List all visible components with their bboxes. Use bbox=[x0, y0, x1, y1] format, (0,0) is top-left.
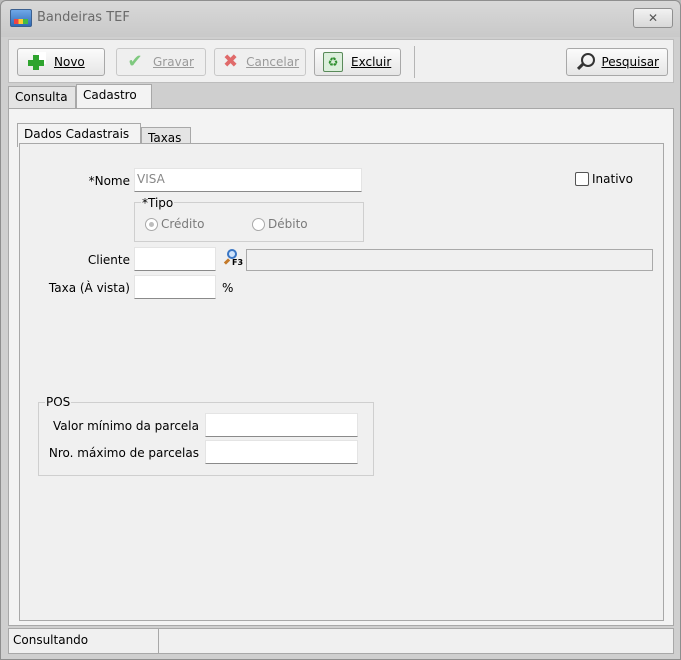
nome-label: *Nome bbox=[88, 174, 130, 188]
cancelar-label: Cancelar bbox=[246, 55, 300, 69]
status-bar: Consultando bbox=[8, 628, 674, 654]
toolbar-separator bbox=[414, 46, 415, 78]
nome-input[interactable]: VISA bbox=[134, 168, 362, 192]
toolbar: Novo ✔ Gravar ✖ Cancelar ♻ Excluir Pesqu… bbox=[8, 39, 674, 83]
pos-group-title: POS bbox=[45, 395, 72, 409]
novo-label: Novo bbox=[54, 55, 85, 69]
main-window: Bandeiras TEF ✕ Novo ✔ Gravar ✖ Cancelar… bbox=[0, 0, 681, 660]
taxa-input[interactable] bbox=[134, 275, 216, 299]
tipo-group-title: *Tipo bbox=[141, 196, 175, 210]
radio-debito-label: Débito bbox=[268, 217, 308, 231]
magnifier-icon bbox=[575, 52, 596, 72]
pesquisar-label: Pesquisar bbox=[601, 55, 659, 69]
radio-debito-dot[interactable] bbox=[252, 217, 265, 231]
tab-consulta[interactable]: Consulta bbox=[8, 86, 76, 108]
valor-minimo-input[interactable] bbox=[205, 413, 358, 437]
plus-icon bbox=[26, 52, 46, 72]
f3-label: F3 bbox=[232, 258, 244, 267]
dados-cadastrais-panel: *Nome VISA Inativo *Tipo Crédito Débito bbox=[19, 143, 664, 621]
status-text: Consultando bbox=[9, 629, 159, 653]
novo-button[interactable]: Novo bbox=[17, 48, 105, 76]
inativo-checkbox[interactable]: Inativo bbox=[575, 172, 633, 186]
inativo-label: Inativo bbox=[592, 172, 633, 186]
cliente-name-display bbox=[246, 249, 653, 271]
taxa-unit: % bbox=[222, 281, 234, 295]
nro-maximo-label: Nro. máximo de parcelas bbox=[48, 446, 199, 460]
close-button[interactable]: ✕ bbox=[633, 8, 673, 28]
radio-credito-label: Crédito bbox=[161, 217, 205, 231]
gravar-label: Gravar bbox=[153, 55, 194, 69]
tab-cadastro[interactable]: Cadastro bbox=[76, 84, 152, 108]
window-title: Bandeiras TEF bbox=[37, 10, 130, 25]
x-icon: ✖ bbox=[223, 51, 239, 72]
status-secondary bbox=[160, 629, 673, 653]
radio-credito[interactable]: Crédito bbox=[145, 217, 204, 231]
title-bar: Bandeiras TEF ✕ bbox=[1, 1, 680, 37]
cancelar-button[interactable]: ✖ Cancelar bbox=[214, 48, 306, 76]
radio-debito[interactable]: Débito bbox=[252, 217, 308, 231]
cliente-code-input[interactable] bbox=[134, 247, 216, 271]
excluir-label: Excluir bbox=[351, 55, 392, 69]
gravar-button[interactable]: ✔ Gravar bbox=[116, 48, 206, 76]
pos-group: POS Valor mínimo da parcela Nro. máximo … bbox=[38, 395, 374, 476]
recycle-icon: ♻ bbox=[323, 52, 343, 72]
close-icon: ✕ bbox=[647, 11, 659, 25]
pesquisar-button[interactable]: Pesquisar bbox=[566, 48, 668, 76]
magnifier-handle bbox=[223, 258, 231, 265]
tipo-group: *Tipo Crédito Débito bbox=[134, 196, 364, 242]
taxa-label: Taxa (À vista) bbox=[48, 281, 130, 295]
cliente-label: Cliente bbox=[87, 253, 130, 267]
app-icon bbox=[10, 9, 32, 27]
check-icon: ✔ bbox=[127, 51, 143, 72]
inativo-box[interactable] bbox=[575, 172, 589, 186]
cadastro-panel: Dados Cadastrais Taxas *Nome VISA Inativ… bbox=[8, 108, 674, 626]
search-f3-icon[interactable]: F3 bbox=[222, 248, 244, 268]
excluir-button[interactable]: ♻ Excluir bbox=[314, 48, 401, 76]
valor-minimo-label: Valor mínimo da parcela bbox=[53, 419, 199, 433]
radio-credito-dot[interactable] bbox=[145, 217, 158, 231]
nro-maximo-input[interactable] bbox=[205, 440, 358, 464]
